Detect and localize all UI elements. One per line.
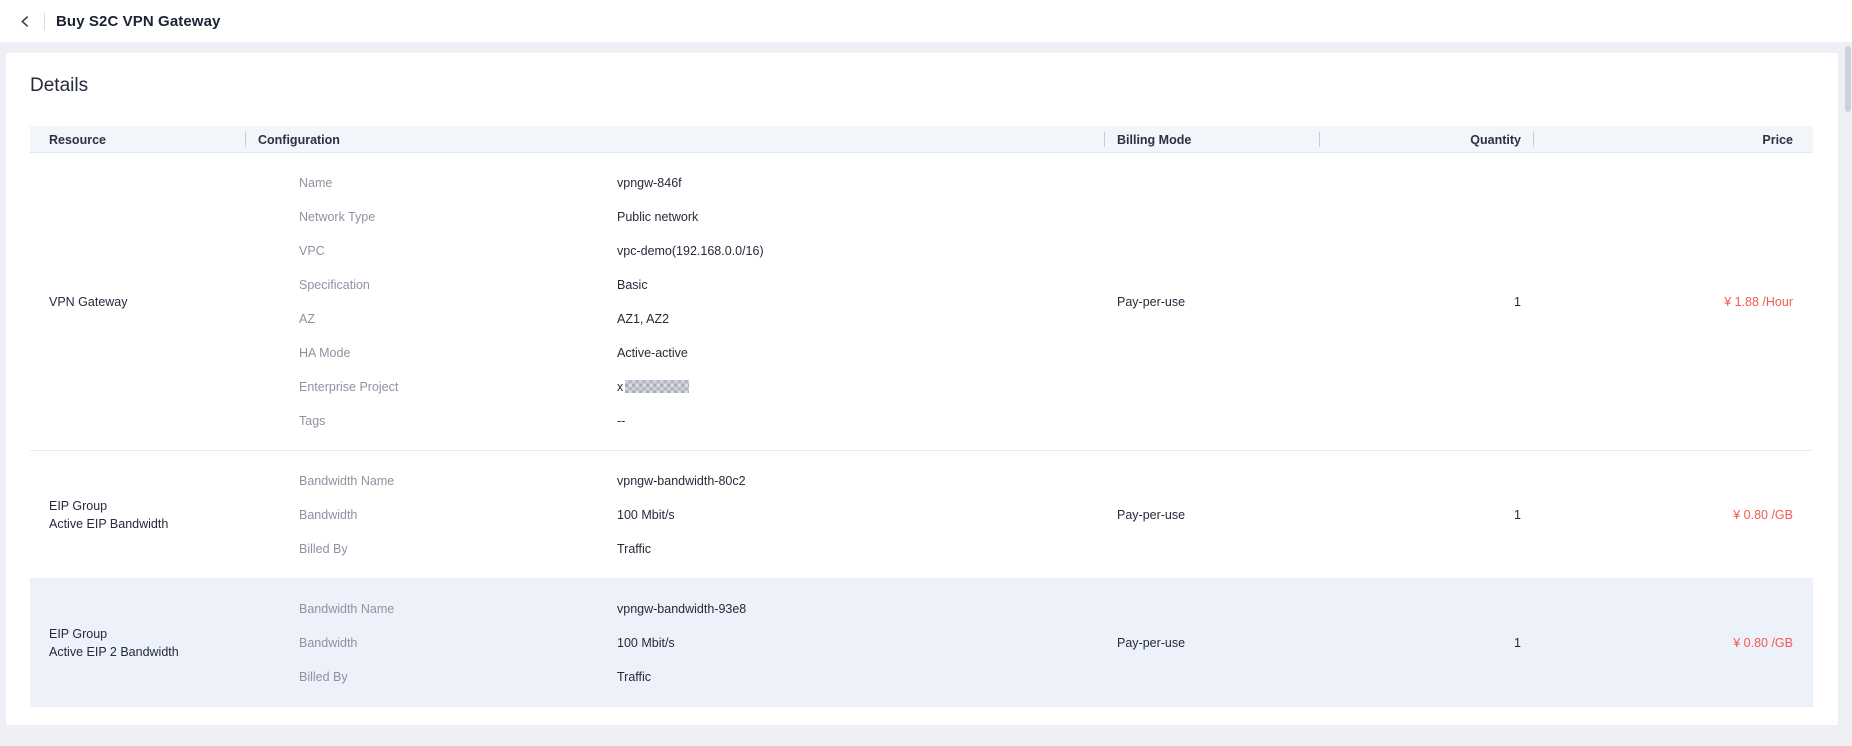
resource-name-line: EIP Group <box>49 497 245 515</box>
config-label: HA Mode <box>299 346 617 360</box>
config-value: vpngw-846f <box>617 176 1104 190</box>
table-body: VPN Gateway Namevpngw-846fNetwork TypePu… <box>30 153 1813 707</box>
config-label: Billed By <box>299 542 617 556</box>
config-line: Bandwidth Namevpngw-bandwidth-93e8 <box>299 592 1104 626</box>
order-table: Resource Configuration Billing Mode Quan… <box>30 126 1813 707</box>
price-cell: ¥ 1.88 /Hour <box>1533 153 1813 450</box>
topbar: Buy S2C VPN Gateway <box>0 0 1852 43</box>
quantity-cell: 1 <box>1319 153 1533 450</box>
page: Buy S2C VPN Gateway Details Resource Con… <box>0 0 1852 746</box>
config-value: Active-active <box>617 346 1104 360</box>
price-cell: ¥ 0.80 /GB <box>1533 451 1813 578</box>
config-line: HA ModeActive-active <box>299 336 1104 370</box>
price-cell: ¥ 0.80 /GB <box>1533 579 1813 706</box>
details-card: Details Resource Configuration Billing M… <box>6 53 1838 725</box>
billing-mode-cell: Pay-per-use <box>1104 153 1319 450</box>
resource-cell: VPN Gateway <box>30 153 245 450</box>
config-value: -- <box>617 414 1104 428</box>
config-value: Basic <box>617 278 1104 292</box>
page-title: Buy S2C VPN Gateway <box>56 13 220 30</box>
masked-value-mosaic <box>625 380 689 393</box>
config-line: Bandwidth Namevpngw-bandwidth-80c2 <box>299 464 1104 498</box>
resource-cell: EIP GroupActive EIP 2 Bandwidth <box>30 579 245 706</box>
title-divider <box>44 13 45 30</box>
back-button[interactable] <box>15 11 35 31</box>
column-header-resource: Resource <box>30 126 245 153</box>
config-line: Billed ByTraffic <box>299 660 1104 694</box>
scrollbar-thumb[interactable] <box>1845 46 1851 112</box>
config-cell: Bandwidth Namevpngw-bandwidth-80c2Bandwi… <box>245 451 1104 578</box>
config-line: Network TypePublic network <box>299 200 1104 234</box>
resource-name-line: Active EIP 2 Bandwidth <box>49 643 245 661</box>
config-line: Tags-- <box>299 404 1104 438</box>
config-line: Namevpngw-846f <box>299 166 1104 200</box>
config-label: Bandwidth <box>299 636 617 650</box>
scrollbar-track[interactable] <box>1844 44 1852 746</box>
config-value: Traffic <box>617 542 1104 556</box>
config-label: Network Type <box>299 210 617 224</box>
config-cell: Namevpngw-846fNetwork TypePublic network… <box>245 153 1104 450</box>
config-value: AZ1, AZ2 <box>617 312 1104 326</box>
column-header-configuration: Configuration <box>245 126 1104 153</box>
quantity-cell: 1 <box>1319 579 1533 706</box>
billing-mode-cell: Pay-per-use <box>1104 451 1319 578</box>
config-line: Enterprise Projectx <box>299 370 1104 404</box>
config-line: VPCvpc-demo(192.168.0.0/16) <box>299 234 1104 268</box>
resource-cell: EIP GroupActive EIP Bandwidth <box>30 451 245 578</box>
config-label: Tags <box>299 414 617 428</box>
config-line: SpecificationBasic <box>299 268 1104 302</box>
table-header: Resource Configuration Billing Mode Quan… <box>30 126 1813 153</box>
config-cell: Bandwidth Namevpngw-bandwidth-93e8Bandwi… <box>245 579 1104 706</box>
config-value: Traffic <box>617 670 1104 684</box>
config-label: Enterprise Project <box>299 380 617 394</box>
config-label: Bandwidth <box>299 508 617 522</box>
config-label: Bandwidth Name <box>299 602 617 616</box>
config-label: AZ <box>299 312 617 326</box>
table-row: EIP GroupActive EIP Bandwidth Bandwidth … <box>30 451 1813 579</box>
table-row: VPN Gateway Namevpngw-846fNetwork TypePu… <box>30 153 1813 451</box>
config-value: 100 Mbit/s <box>617 636 1104 650</box>
config-value: vpngw-bandwidth-80c2 <box>617 474 1104 488</box>
config-value: 100 Mbit/s <box>617 508 1104 522</box>
details-heading: Details <box>30 75 1813 97</box>
config-value: vpc-demo(192.168.0.0/16) <box>617 244 1104 258</box>
table-row: EIP GroupActive EIP 2 Bandwidth Bandwidt… <box>30 579 1813 707</box>
resource-name-line: EIP Group <box>49 625 245 643</box>
config-label: VPC <box>299 244 617 258</box>
config-value: vpngw-bandwidth-93e8 <box>617 602 1104 616</box>
config-line: Bandwidth100 Mbit/s <box>299 626 1104 660</box>
config-line: AZAZ1, AZ2 <box>299 302 1104 336</box>
config-value: x <box>617 380 1104 394</box>
config-label: Name <box>299 176 617 190</box>
config-value: Public network <box>617 210 1104 224</box>
config-line: Bandwidth100 Mbit/s <box>299 498 1104 532</box>
config-label: Specification <box>299 278 617 292</box>
column-header-quantity: Quantity <box>1319 126 1533 153</box>
resource-name-line: VPN Gateway <box>49 293 245 311</box>
column-header-price: Price <box>1533 126 1813 153</box>
column-header-billing-mode: Billing Mode <box>1104 126 1319 153</box>
config-label: Billed By <box>299 670 617 684</box>
config-line: Billed ByTraffic <box>299 532 1104 566</box>
resource-name-line: Active EIP Bandwidth <box>49 515 245 533</box>
chevron-left-icon <box>19 15 32 28</box>
quantity-cell: 1 <box>1319 451 1533 578</box>
billing-mode-cell: Pay-per-use <box>1104 579 1319 706</box>
config-label: Bandwidth Name <box>299 474 617 488</box>
